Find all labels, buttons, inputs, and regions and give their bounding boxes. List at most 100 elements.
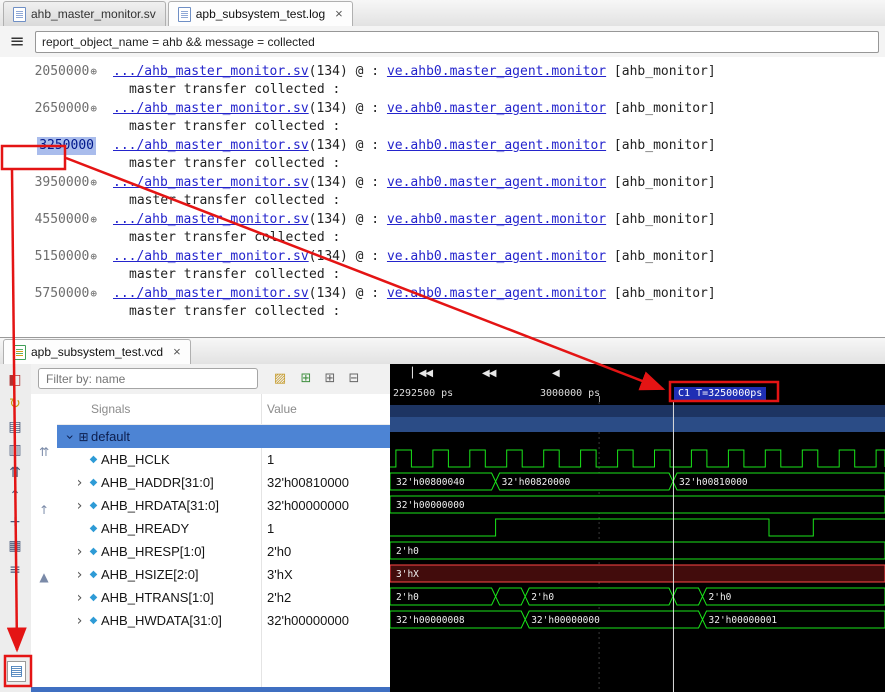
value-column-header[interactable]: Value bbox=[267, 402, 297, 416]
log-entry-selected: 3250000.../ahb_master_monitor.sv(134) @ … bbox=[0, 137, 885, 173]
chevron-right-icon[interactable]: › bbox=[73, 475, 86, 491]
signal-row-ahb-hwdata[interactable]: › ◆ AHB_HWDATA[31:0] 32'h00000000 bbox=[57, 609, 390, 632]
link-to-log-icon[interactable]: ▤ bbox=[7, 661, 26, 682]
signal-row-ahb-hrdata[interactable]: › ◆ AHB_HRDATA[31:0] 32'h00000000 bbox=[57, 494, 390, 517]
signals-column-header[interactable]: Signals bbox=[91, 402, 130, 416]
cursor-time-label[interactable]: C1 T=3250000ps bbox=[674, 387, 766, 400]
timestamp-value[interactable]: 4550000 bbox=[35, 211, 90, 229]
timestamp-value[interactable]: 3950000 bbox=[35, 174, 90, 192]
close-tab-icon[interactable]: × bbox=[173, 346, 181, 358]
add-cursor-icon[interactable]: + bbox=[5, 512, 25, 532]
signal-filter-input[interactable] bbox=[38, 368, 258, 389]
signal-row-ahb-hready[interactable]: › ◆ AHB_HREADY 1 bbox=[57, 517, 390, 540]
signal-name: AHB_HTRANS[1:0] bbox=[101, 590, 214, 605]
chevron-down-icon[interactable]: › bbox=[62, 430, 78, 443]
prev-edge-icon[interactable]: ◀ bbox=[552, 368, 559, 379]
print-icon[interactable]: ▦ bbox=[5, 536, 25, 556]
signal-row-ahb-hresp[interactable]: › ◆ AHB_HRESP[1:0] 2'h0 bbox=[57, 540, 390, 563]
scope-link[interactable]: ve.ahb0.master_agent.monitor bbox=[387, 138, 606, 153]
scope-link[interactable]: ve.ahb0.master_agent.monitor bbox=[387, 64, 606, 79]
scope-link[interactable]: ve.ahb0.master_agent.monitor bbox=[387, 175, 606, 190]
expand-all-icon[interactable]: ⊞ bbox=[321, 370, 339, 388]
tab-apb-subsystem-test-log[interactable]: apb_subsystem_test.log × bbox=[168, 1, 353, 26]
prev-page-icon[interactable]: ◀◀ bbox=[482, 368, 495, 379]
wave-row-AHB_HADDR[interactable]: 32'h0080004032'h0082000032'h00810000 bbox=[390, 473, 885, 490]
vcd-file-icon bbox=[13, 345, 26, 360]
horizontal-scrollbar[interactable] bbox=[31, 687, 390, 692]
save-icon[interactable]: ▥ bbox=[5, 440, 25, 460]
menu-icon[interactable]: ≡ bbox=[6, 31, 28, 52]
collapse-all-icon[interactable]: ⊟ bbox=[345, 370, 363, 388]
log-timestamp[interactable]: 2650000⊕ bbox=[0, 100, 97, 118]
chevron-right-icon[interactable]: › bbox=[73, 590, 86, 606]
wave-row-AHB_HRDATA[interactable]: 32'h00000000 bbox=[390, 496, 885, 513]
scrollbar-thumb[interactable] bbox=[31, 687, 390, 692]
timestamp-value[interactable]: 5750000 bbox=[35, 285, 90, 303]
log-message: .../ahb_master_monitor.sv(134) @ : ve.ah… bbox=[113, 248, 716, 266]
tab-apb-subsystem-test-vcd[interactable]: apb_subsystem_test.vcd × bbox=[3, 339, 191, 364]
move-up-icon[interactable]: ↑ bbox=[5, 486, 25, 506]
properties-icon[interactable]: ≡ bbox=[5, 560, 25, 580]
wave-row-AHB_HCLK[interactable] bbox=[390, 450, 885, 467]
expand-icon[interactable]: ⊕ bbox=[90, 285, 97, 303]
scope-link[interactable]: ve.ahb0.master_agent.monitor bbox=[387, 249, 606, 264]
add-signal-icon[interactable]: ⊞ bbox=[297, 370, 315, 388]
wave-row-AHB_HTRANS[interactable]: 2'h02'h02'h0 bbox=[390, 588, 885, 605]
signal-group-default[interactable]: › ⊞ default bbox=[57, 425, 390, 448]
expand-icon[interactable]: ⊕ bbox=[90, 174, 97, 192]
wave-row-AHB_HSIZE[interactable]: 3'hX bbox=[390, 565, 885, 582]
signal-row-ahb-htrans[interactable]: › ◆ AHB_HTRANS[1:0] 2'h2 bbox=[57, 586, 390, 609]
page-up-icon[interactable]: ▲ bbox=[36, 569, 52, 585]
file-link[interactable]: .../ahb_master_monitor.sv bbox=[113, 138, 309, 153]
log-tag: [ahb_monitor] bbox=[606, 64, 716, 79]
log-timestamp[interactable]: 2050000⊕ bbox=[0, 63, 97, 81]
scope-link[interactable]: ve.ahb0.master_agent.monitor bbox=[387, 286, 606, 301]
chevron-right-icon[interactable]: › bbox=[73, 544, 86, 560]
timestamp-value[interactable]: 2650000 bbox=[35, 100, 90, 118]
clear-filter-icon[interactable]: ▨ bbox=[271, 370, 289, 388]
chevron-right-icon[interactable]: › bbox=[73, 498, 86, 514]
close-tab-icon[interactable]: × bbox=[335, 8, 343, 20]
signal-row-ahb-hsize[interactable]: › ◆ AHB_HSIZE[2:0] 3'hX bbox=[57, 563, 390, 586]
file-link[interactable]: .../ahb_master_monitor.sv bbox=[113, 101, 309, 116]
waveform-settings-icon[interactable]: ◧ bbox=[5, 370, 25, 390]
file-link[interactable]: .../ahb_master_monitor.sv bbox=[113, 175, 309, 190]
refresh-icon[interactable]: ↻ bbox=[5, 394, 25, 414]
open-file-icon[interactable]: ▤ bbox=[5, 417, 25, 437]
scroll-up-icon[interactable]: ↑ bbox=[36, 502, 52, 518]
file-link[interactable]: .../ahb_master_monitor.sv bbox=[113, 249, 309, 264]
wave-row-AHB_HREADY[interactable] bbox=[390, 519, 885, 536]
scroll-to-top-icon[interactable]: ⇈ bbox=[36, 444, 52, 460]
waveform-canvas[interactable]: 32'h0080004032'h0082000032'h00810000 32'h… bbox=[390, 402, 885, 692]
log-filter-input[interactable] bbox=[35, 31, 879, 53]
timestamp-value[interactable]: 2050000 bbox=[35, 63, 90, 81]
chevron-right-icon[interactable]: › bbox=[73, 567, 86, 583]
expand-icon[interactable]: ⊕ bbox=[90, 211, 97, 229]
log-timestamp[interactable]: 4550000⊕ bbox=[0, 211, 97, 229]
log-timestamp[interactable]: 3250000 bbox=[0, 137, 97, 155]
scope-link[interactable]: ve.ahb0.master_agent.monitor bbox=[387, 101, 606, 116]
file-link[interactable]: .../ahb_master_monitor.sv bbox=[113, 286, 309, 301]
tab-ahb-master-monitor-sv[interactable]: ahb_master_monitor.sv bbox=[3, 1, 166, 26]
timestamp-value[interactable]: 5150000 bbox=[35, 248, 90, 266]
collapse-all-icon[interactable]: ⇈ bbox=[5, 463, 25, 483]
go-to-start-icon[interactable]: ▏◀◀ bbox=[412, 368, 432, 379]
signal-row-ahb-hclk[interactable]: › ◆ AHB_HCLK 1 bbox=[57, 448, 390, 471]
timestamp-value-selected[interactable]: 3250000 bbox=[37, 137, 96, 155]
log-tag: [ahb_monitor] bbox=[606, 175, 716, 190]
log-timestamp[interactable]: 3950000⊕ bbox=[0, 174, 97, 192]
expand-icon[interactable]: ⊕ bbox=[90, 248, 97, 266]
file-link[interactable]: .../ahb_master_monitor.sv bbox=[113, 212, 309, 227]
wave-timeline[interactable]: 2292500 ps 3000000 ps C1 T=3250000ps bbox=[390, 386, 885, 402]
chevron-right-icon[interactable]: › bbox=[73, 613, 86, 629]
log-timestamp[interactable]: 5750000⊕ bbox=[0, 285, 97, 303]
scope-link[interactable]: ve.ahb0.master_agent.monitor bbox=[387, 212, 606, 227]
expand-icon[interactable]: ⊕ bbox=[90, 63, 97, 81]
wave-row-AHB_HWDATA[interactable]: 32'h0000000832'h0000000032'h00000001 bbox=[390, 611, 885, 628]
log-timestamp[interactable]: 5150000⊕ bbox=[0, 248, 97, 266]
wave-row-AHB_HRESP[interactable]: 2'h0 bbox=[390, 542, 885, 559]
log-tag: [ahb_monitor] bbox=[606, 101, 716, 116]
file-link[interactable]: .../ahb_master_monitor.sv bbox=[113, 64, 309, 79]
signal-row-ahb-haddr[interactable]: › ◆ AHB_HADDR[31:0] 32'h00810000 bbox=[57, 471, 390, 494]
expand-icon[interactable]: ⊕ bbox=[90, 100, 97, 118]
